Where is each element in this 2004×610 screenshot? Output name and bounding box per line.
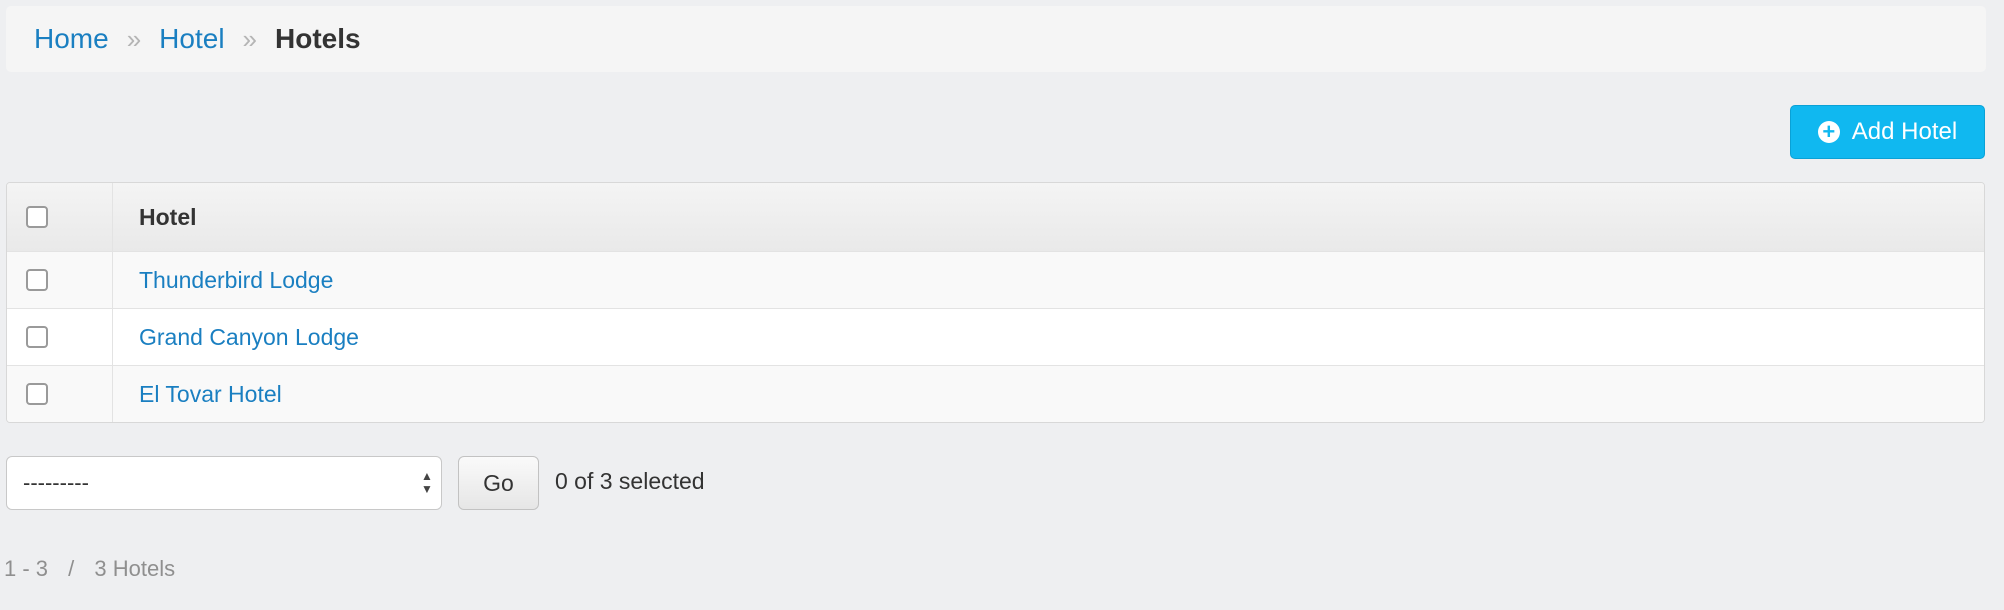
breadcrumb: Home » Hotel » Hotels: [6, 6, 1986, 72]
row-checkbox[interactable]: [26, 383, 48, 405]
row-name-cell: Grand Canyon Lodge: [113, 309, 1984, 365]
action-select-value: ---------: [23, 470, 89, 495]
table-row: Thunderbird Lodge: [7, 251, 1984, 308]
row-checkbox[interactable]: [26, 269, 48, 291]
paginator: 1 - 3 / 3 Hotels: [4, 556, 175, 582]
paginator-range: 1 - 3: [4, 556, 49, 581]
select-all-cell: [7, 183, 113, 251]
selection-counter: 0 of 3 selected: [555, 468, 705, 494]
table-row: El Tovar Hotel: [7, 365, 1984, 422]
go-button[interactable]: Go: [458, 456, 539, 510]
action-select[interactable]: --------- ▲ ▼: [6, 456, 442, 510]
plus-circle-icon: +: [1817, 121, 1840, 143]
add-hotel-label: Add Hotel: [1851, 118, 1958, 145]
table-row: Grand Canyon Lodge: [7, 308, 1984, 365]
hotel-link[interactable]: El Tovar Hotel: [139, 381, 282, 408]
hotel-link[interactable]: Grand Canyon Lodge: [139, 324, 359, 351]
row-check-cell: [7, 252, 113, 308]
row-name-cell: Thunderbird Lodge: [113, 252, 1984, 308]
select-arrows-icon: ▲ ▼: [421, 469, 433, 496]
add-hotel-button[interactable]: + Add Hotel: [1790, 105, 1985, 159]
row-name-cell: El Tovar Hotel: [113, 366, 1984, 422]
hotel-link[interactable]: Thunderbird Lodge: [139, 267, 333, 294]
select-all-checkbox[interactable]: [26, 206, 48, 228]
breadcrumb-separator: »: [126, 23, 142, 54]
row-checkbox[interactable]: [26, 326, 48, 348]
results-table: Hotel Thunderbird Lodge Grand Canyon Lod…: [6, 182, 1985, 423]
paginator-total: 3 Hotels: [94, 556, 176, 581]
row-check-cell: [7, 309, 113, 365]
breadcrumb-current: Hotels: [275, 23, 361, 54]
row-check-cell: [7, 366, 113, 422]
breadcrumb-home-link[interactable]: Home: [34, 23, 109, 55]
breadcrumb-app-link[interactable]: Hotel: [159, 23, 224, 55]
breadcrumb-separator: »: [242, 23, 258, 54]
column-header-hotel[interactable]: Hotel: [113, 183, 1984, 251]
paginator-separator: /: [68, 556, 75, 581]
table-header-row: Hotel: [7, 183, 1984, 251]
